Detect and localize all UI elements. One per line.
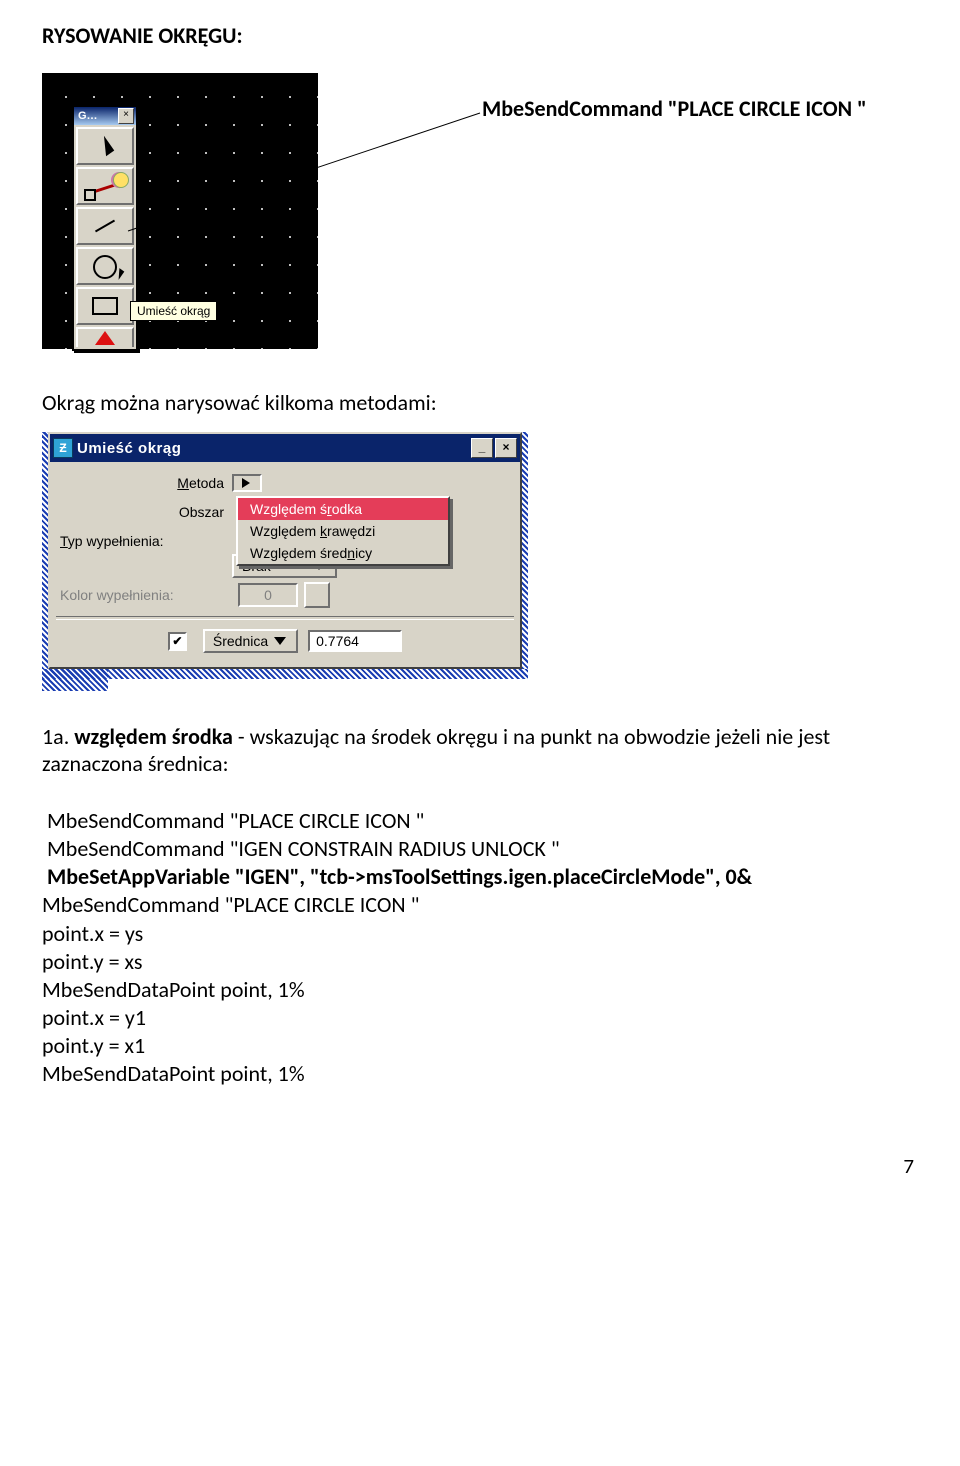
figure-and-command-row: G… × ✦: [42, 73, 918, 349]
line-icon: [95, 220, 115, 233]
kolor-value[interactable]: 0: [238, 583, 298, 607]
toolbox-title-text: G…: [76, 110, 118, 122]
code-line-7: MbeSendDataPoint point, 1%: [42, 976, 918, 1004]
row-srednica: ✔ Średnica: [60, 628, 510, 654]
command-inline: MbeSendCommand "PLACE CIRCLE ICON ": [482, 95, 867, 122]
dropdown-srednica[interactable]: Średnica: [203, 629, 298, 653]
separator: [56, 616, 514, 620]
code-line-10: MbeSendDataPoint point, 1%: [42, 1060, 918, 1088]
close-icon[interactable]: ×: [118, 108, 134, 124]
code-line-1: MbeSendCommand "PLACE CIRCLE ICON ": [42, 807, 918, 835]
code-line-3: MbeSetAppVariable "IGEN", "tcb->msToolSe…: [42, 863, 918, 891]
toolbox-titlebar: G… ×: [74, 107, 136, 125]
chevron-right-icon: [242, 478, 250, 488]
metoda-option-srodka[interactable]: Względem środka: [238, 498, 448, 520]
dialog-titlebar: Ƶ Umieść okrąg _ ×: [50, 434, 520, 462]
minimize-button[interactable]: _: [471, 438, 493, 458]
rectangle-icon: [92, 297, 118, 315]
code-line-5: point.x = ys: [42, 920, 918, 948]
toolbox-figure: G… × ✦: [42, 73, 318, 349]
dialog-window: Ƶ Umieść okrąg _ × Metoda Wzglę: [48, 432, 522, 669]
tool-line[interactable]: [76, 207, 134, 245]
app-icon: Ƶ: [53, 438, 73, 458]
code-line-4: MbeSendCommand "PLACE CIRCLE ICON ": [42, 891, 918, 919]
toolbox-window: G… × ✦: [72, 105, 138, 351]
selection-hatch-corner: [42, 669, 108, 691]
tool-pointer[interactable]: [76, 127, 134, 165]
tooltip-place-circle: Umieść okrąg: [130, 301, 217, 321]
intro-paragraph: Okrąg można narysować kilkoma metodami:: [42, 389, 918, 416]
pointer-icon: [96, 136, 115, 156]
code-line-6: point.y = xs: [42, 948, 918, 976]
code-line-8: point.x = y1: [42, 1004, 918, 1032]
page-number: 7: [42, 1153, 918, 1179]
chevron-down-icon: [274, 637, 286, 645]
toolbox-buttons: ✦: [74, 125, 136, 349]
code-line-9: point.y = x1: [42, 1032, 918, 1060]
dialog-title-text: Umieść okrąg: [77, 440, 469, 457]
metoda-option-srednicy[interactable]: Względem średnicy: [238, 542, 448, 564]
code-block: MbeSendCommand "PLACE CIRCLE ICON " MbeS…: [42, 807, 918, 1089]
tool-smartline[interactable]: ✦: [76, 167, 134, 205]
metoda-dropdown-menu: Względem środka Względem krawędzi Względ…: [236, 496, 450, 566]
code-line-2: MbeSendCommand "IGEN CONSTRAIN RADIUS UN…: [42, 835, 918, 863]
label-metoda: Metoda: [60, 475, 232, 491]
close-button[interactable]: ×: [495, 438, 517, 458]
dialog-body: Metoda Względem środka Względem krawędzi: [50, 462, 520, 667]
row-metoda: Metoda: [60, 470, 510, 496]
circle-icon: [90, 255, 120, 277]
row-kolorwypelnienia: Kolor wypełnienia: 0: [60, 582, 510, 608]
numbered-item-1a: 1a. względem środka - wskazując na środe…: [42, 723, 918, 777]
checkbox-srednica[interactable]: ✔: [168, 632, 187, 651]
label-obszar: Obszar: [60, 504, 232, 520]
selection-hatch-right: [522, 432, 528, 669]
tool-place-circle[interactable]: [76, 247, 134, 285]
tool-partial[interactable]: [76, 327, 134, 347]
label-typwypelnienia: Typ wypełnienia:: [60, 533, 238, 549]
tool-rect[interactable]: [76, 287, 134, 325]
label-kolorwypelnienia: Kolor wypełnienia:: [60, 587, 238, 603]
bulb-icon: [113, 172, 129, 188]
input-srednica[interactable]: [308, 630, 402, 652]
dialog-figure: Ƶ Umieść okrąg _ × Metoda Wzglę: [42, 432, 528, 669]
selection-hatch-bottom: [42, 669, 528, 679]
section-heading: RYSOWANIE OKRĘGU:: [42, 22, 918, 49]
dropdown-metoda[interactable]: [232, 474, 262, 492]
metoda-option-krawedzi[interactable]: Względem krawędzi: [238, 520, 448, 542]
label-srednica: Średnica: [213, 633, 268, 649]
kolor-swatch[interactable]: [304, 582, 330, 608]
triangle-icon: [95, 331, 115, 345]
